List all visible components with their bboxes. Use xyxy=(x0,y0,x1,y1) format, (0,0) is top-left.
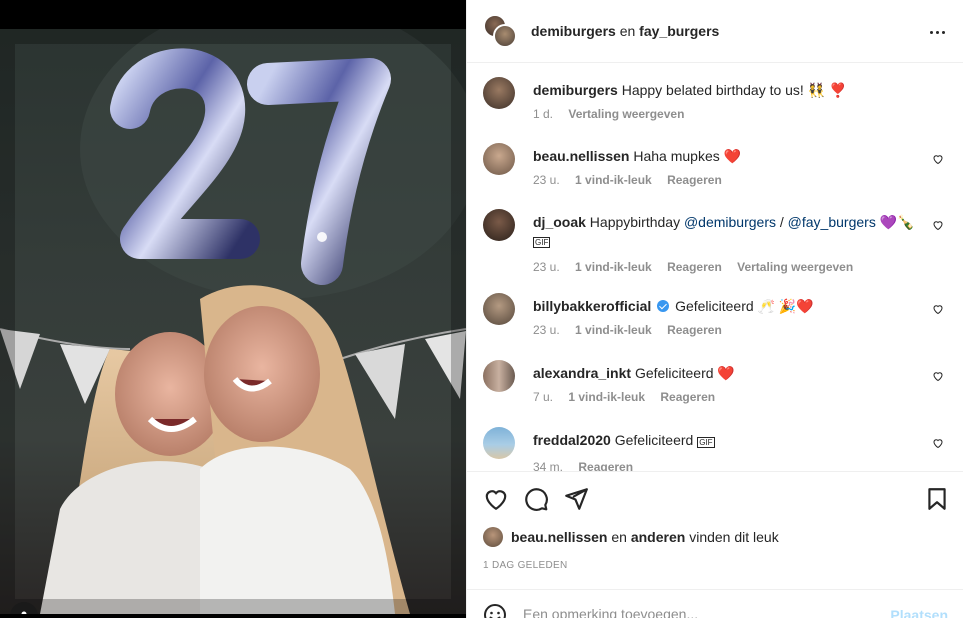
comment-separator: / xyxy=(776,214,788,230)
post-date[interactable]: 1 DAG GELEDEN xyxy=(483,560,567,571)
reply-button[interactable]: Reageren xyxy=(667,260,722,274)
mention-link[interactable]: @fay_burgers xyxy=(788,214,876,230)
reply-button[interactable]: Reageren xyxy=(667,323,722,337)
heart-icon[interactable] xyxy=(932,370,944,382)
avatar[interactable] xyxy=(483,143,515,175)
translate-button[interactable]: Vertaling weergeven xyxy=(568,107,684,121)
gif-badge: GIF xyxy=(533,237,551,248)
comment-time[interactable]: 7 u. xyxy=(533,390,553,404)
avatar[interactable] xyxy=(483,209,515,241)
more-icon xyxy=(929,30,933,34)
comment-likes[interactable]: 1 vind-ik-leuk xyxy=(568,390,645,404)
post-photo[interactable] xyxy=(0,29,466,614)
likes-summary: beau.nellissen en anderen vinden dit leu… xyxy=(483,527,779,547)
post-comment-button[interactable]: Plaatsen xyxy=(890,607,948,618)
likes-conjunction: en xyxy=(611,529,627,545)
comment-input[interactable] xyxy=(523,606,863,618)
reply-button[interactable]: Reageren xyxy=(667,173,722,187)
comment-likes[interactable]: 1 vind-ik-leuk xyxy=(575,260,652,274)
heart-icon[interactable] xyxy=(932,303,944,315)
avatar[interactable] xyxy=(483,527,503,547)
header-usernames: demiburgers en fay_burgers xyxy=(531,23,719,39)
comment-likes[interactable]: 1 vind-ik-leuk xyxy=(575,173,652,187)
emoji-icon[interactable] xyxy=(483,603,507,618)
verified-icon xyxy=(657,300,670,312)
reply-button[interactable]: Reageren xyxy=(660,390,715,404)
comment-time[interactable]: 23 u. xyxy=(533,260,560,274)
likes-others-link[interactable]: anderen xyxy=(631,529,685,545)
comment-username[interactable]: alexandra_inkt xyxy=(533,365,631,381)
comment-text-after: 💜🍾 xyxy=(875,214,915,230)
avatar[interactable] xyxy=(483,360,515,392)
bookmark-icon[interactable] xyxy=(924,486,950,512)
translate-button[interactable]: Vertaling weergeven xyxy=(737,260,853,274)
add-comment-bar: Plaatsen xyxy=(467,589,963,618)
comment-username[interactable]: beau.nellissen xyxy=(533,148,629,164)
caption-text: Happy belated birthday to us! 👯 ❣️ xyxy=(621,82,847,98)
comment-text: Gefeliciteerd xyxy=(614,432,694,448)
likes-suffix: vinden dit leuk xyxy=(689,529,779,545)
header-user2[interactable]: fay_burgers xyxy=(639,23,719,39)
comment-username[interactable]: freddal2020 xyxy=(533,432,611,448)
caption-time[interactable]: 1 d. xyxy=(533,107,553,121)
avatar[interactable] xyxy=(483,293,515,325)
dual-avatar[interactable] xyxy=(483,14,517,48)
gif-badge: GIF xyxy=(697,437,715,448)
heart-icon[interactable] xyxy=(932,219,944,231)
comment-text: Gefeliciteerd ❤️ xyxy=(634,365,735,381)
comment-text: Haha mupkes ❤️ xyxy=(633,148,742,164)
user-tag-icon xyxy=(21,611,27,614)
avatar[interactable] xyxy=(483,77,515,109)
action-bar xyxy=(467,471,963,523)
header-user1[interactable]: demiburgers xyxy=(531,23,616,39)
post-header: demiburgers en fay_burgers xyxy=(467,0,963,63)
header-conjunction: en xyxy=(619,23,636,39)
post-media xyxy=(0,0,466,618)
likes-user[interactable]: beau.nellissen xyxy=(511,529,607,545)
media-topbar xyxy=(0,0,466,29)
comment-time[interactable]: 34 m. xyxy=(533,460,563,471)
comment-username[interactable]: dj_ooak xyxy=(533,214,586,230)
caption-username[interactable]: demiburgers xyxy=(533,82,618,98)
comment-time[interactable]: 23 u. xyxy=(533,173,560,187)
avatar[interactable] xyxy=(483,427,515,459)
share-icon[interactable] xyxy=(563,486,589,512)
comments-list[interactable]: demiburgers Happy belated birthday to us… xyxy=(467,63,963,471)
mention-link[interactable]: @demiburgers xyxy=(684,214,776,230)
comment-text: Gefeliciteerd 🥂 🎉❤️ xyxy=(675,298,814,314)
more-options-button[interactable] xyxy=(927,22,947,42)
comment-text-before: Happybirthday xyxy=(589,214,684,230)
heart-icon[interactable] xyxy=(932,437,944,449)
comment-likes[interactable]: 1 vind-ik-leuk xyxy=(575,323,652,337)
reply-button[interactable]: Reageren xyxy=(578,460,633,471)
comment-icon[interactable] xyxy=(523,486,549,512)
post-detail: demiburgers en fay_burgers demiburgers H… xyxy=(466,0,963,618)
heart-icon[interactable] xyxy=(932,153,944,165)
comment-username[interactable]: billybakkerofficial xyxy=(533,298,651,314)
heart-icon[interactable] xyxy=(483,486,509,512)
comment-time[interactable]: 23 u. xyxy=(533,323,560,337)
